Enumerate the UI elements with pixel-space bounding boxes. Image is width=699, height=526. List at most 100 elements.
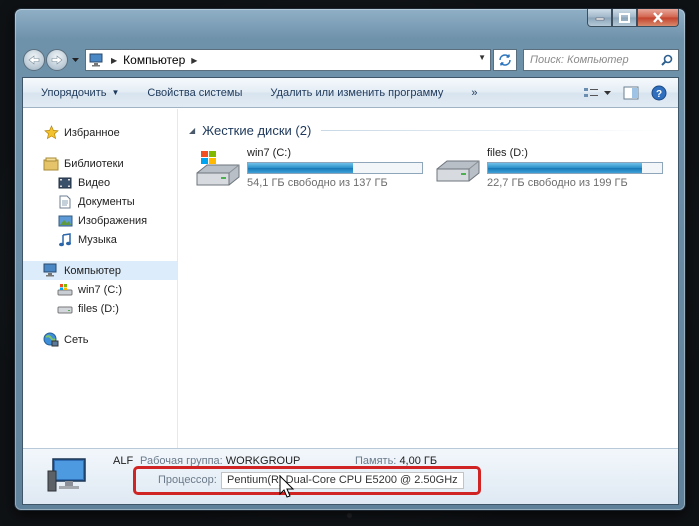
drive-tile-d[interactable]: files (D:) 22,7 ГБ свободно из 199 ГБ bbox=[433, 147, 677, 189]
search-input[interactable]: Поиск: Компьютер bbox=[523, 49, 679, 71]
computer-name: ALF bbox=[113, 455, 133, 467]
nav-favorites-label: Избранное bbox=[64, 126, 120, 139]
chevron-down-icon: ▼ bbox=[111, 88, 120, 97]
nav-music-label: Музыка bbox=[78, 233, 117, 246]
drive-d-name: files (D:) bbox=[487, 147, 528, 159]
preview-pane-icon bbox=[623, 86, 639, 100]
command-bar: Упорядочить ▼ Свойства системы Удалить и… bbox=[23, 78, 678, 108]
nav-music[interactable]: Музыка bbox=[23, 230, 177, 249]
computer-name-value: ALF bbox=[113, 455, 134, 467]
drive-c-free-space: 54,1 ГБ свободно из 137 ГБ bbox=[247, 177, 388, 189]
nav-network-label: Сеть bbox=[64, 333, 89, 346]
libraries-icon bbox=[43, 156, 59, 172]
nav-drive-d[interactable]: files (D:) bbox=[23, 299, 177, 318]
explorer-window: ▶ Компьютер ▶ ▼ Поиск: Компьютер Упорядо… bbox=[14, 8, 686, 511]
system-properties-label: Свойства системы bbox=[147, 86, 243, 99]
nav-libraries[interactable]: Библиотеки bbox=[23, 154, 177, 173]
nav-favorites[interactable]: Избранное bbox=[23, 123, 177, 142]
address-row: ▶ Компьютер ▶ ▼ Поиск: Компьютер bbox=[23, 47, 679, 73]
drive-d-free-space: 22,7 ГБ свободно из 199 ГБ bbox=[487, 177, 628, 189]
drive-d-usage-bar bbox=[487, 162, 663, 174]
uninstall-label: Удалить или изменить программу bbox=[270, 86, 444, 99]
nav-drive-c-label: win7 (C:) bbox=[78, 283, 123, 296]
address-bar[interactable]: ▶ Компьютер ▶ ▼ bbox=[85, 49, 491, 71]
more-label: » bbox=[471, 86, 478, 99]
document-icon bbox=[57, 194, 73, 210]
caption-buttons bbox=[587, 9, 679, 29]
nav-documents[interactable]: Документы bbox=[23, 192, 177, 211]
content-pane: ◢ Жесткие диски (2) win7 (C:) 54,1 ГБ св… bbox=[179, 109, 678, 449]
drive-tile-c[interactable]: win7 (C:) 54,1 ГБ свободно из 137 ГБ bbox=[193, 147, 433, 189]
organize-button[interactable]: Упорядочить ▼ bbox=[27, 78, 133, 108]
drive-c-usage-fill bbox=[248, 163, 354, 173]
nav-video-label: Видео bbox=[78, 176, 111, 189]
system-properties-button[interactable]: Свойства системы bbox=[133, 78, 256, 108]
close-icon bbox=[653, 12, 663, 23]
music-note-icon bbox=[57, 232, 73, 248]
breadcrumb-separator-icon[interactable]: ▶ bbox=[191, 56, 197, 65]
computer-icon bbox=[89, 53, 103, 67]
computer-icon bbox=[43, 263, 59, 279]
mouse-cursor-icon bbox=[279, 475, 295, 498]
nav-computer[interactable]: Компьютер bbox=[23, 261, 177, 280]
chevron-down-icon bbox=[603, 90, 611, 95]
video-icon bbox=[57, 175, 73, 191]
nav-pictures[interactable]: Изображения bbox=[23, 211, 177, 230]
nav-video[interactable]: Видео bbox=[23, 173, 177, 192]
breadcrumb: ▶ Компьютер ▶ bbox=[89, 53, 203, 67]
hard-drive-icon bbox=[57, 301, 73, 317]
drive-c-usage-bar bbox=[247, 162, 423, 174]
network-icon bbox=[43, 332, 59, 348]
nav-drive-d-label: files (D:) bbox=[78, 302, 119, 315]
forward-button[interactable] bbox=[46, 49, 68, 71]
drive-d-usage-fill bbox=[488, 163, 643, 173]
system-drive-icon bbox=[196, 151, 240, 186]
chevron-down-icon bbox=[71, 57, 79, 62]
nav-libraries-label: Библиотеки bbox=[64, 157, 124, 170]
arrow-right-icon bbox=[51, 55, 63, 65]
breadcrumb-computer[interactable]: Компьютер bbox=[123, 53, 185, 67]
hard-drive-icon bbox=[436, 160, 480, 182]
change-view-button[interactable] bbox=[582, 84, 600, 102]
breadcrumb-separator-icon[interactable]: ▶ bbox=[111, 56, 117, 65]
group-title: Жесткие диски (2) bbox=[202, 123, 312, 138]
arrow-left-icon bbox=[28, 55, 40, 65]
computer-monitor-icon bbox=[47, 458, 86, 492]
organize-label: Упорядочить bbox=[41, 86, 107, 99]
drives-list: win7 (C:) 54,1 ГБ свободно из 137 ГБ fil… bbox=[189, 147, 678, 189]
pictures-icon bbox=[57, 213, 73, 229]
explorer-client: Упорядочить ▼ Свойства системы Удалить и… bbox=[22, 77, 679, 505]
collapse-triangle-icon[interactable]: ◢ bbox=[189, 126, 195, 135]
refresh-button[interactable] bbox=[493, 49, 517, 71]
nav-documents-label: Документы bbox=[78, 195, 135, 208]
maximize-button[interactable] bbox=[612, 9, 637, 27]
view-options-icon bbox=[584, 88, 598, 97]
details-pane: ALF Рабочая группа: WORKGROUP Память: 4,… bbox=[23, 448, 678, 504]
drive-c-name: win7 (C:) bbox=[247, 147, 292, 159]
nav-network[interactable]: Сеть bbox=[23, 330, 177, 349]
address-history-chevron-icon[interactable]: ▼ bbox=[478, 53, 486, 62]
preview-pane-button[interactable] bbox=[622, 84, 640, 102]
system-drive-icon bbox=[57, 282, 73, 298]
uninstall-program-button[interactable]: Удалить или изменить программу bbox=[256, 78, 457, 108]
recent-pages-dropdown[interactable] bbox=[69, 49, 81, 71]
nav-drive-c[interactable]: win7 (C:) bbox=[23, 280, 177, 299]
more-commands-button[interactable]: » bbox=[457, 78, 491, 108]
view-dropdown[interactable] bbox=[602, 84, 612, 102]
close-button[interactable] bbox=[637, 9, 679, 27]
search-icon bbox=[661, 54, 673, 66]
back-button[interactable] bbox=[23, 49, 45, 71]
navigation-pane: Избранное Библиотеки Видео Документы Изо… bbox=[23, 109, 178, 449]
help-icon: ? bbox=[651, 85, 667, 101]
maximize-icon bbox=[619, 12, 630, 23]
nav-pictures-label: Изображения bbox=[78, 214, 148, 227]
refresh-icon bbox=[499, 54, 511, 66]
search-placeholder: Поиск: Компьютер bbox=[530, 54, 629, 66]
star-icon bbox=[43, 125, 59, 141]
highlight-annotation bbox=[133, 466, 481, 495]
nav-computer-label: Компьютер bbox=[64, 264, 121, 277]
minimize-icon bbox=[595, 17, 604, 20]
help-button[interactable]: ? bbox=[650, 84, 668, 102]
hard-drives-group-header[interactable]: ◢ Жесткие диски (2) bbox=[189, 123, 678, 138]
minimize-button[interactable] bbox=[587, 9, 612, 27]
